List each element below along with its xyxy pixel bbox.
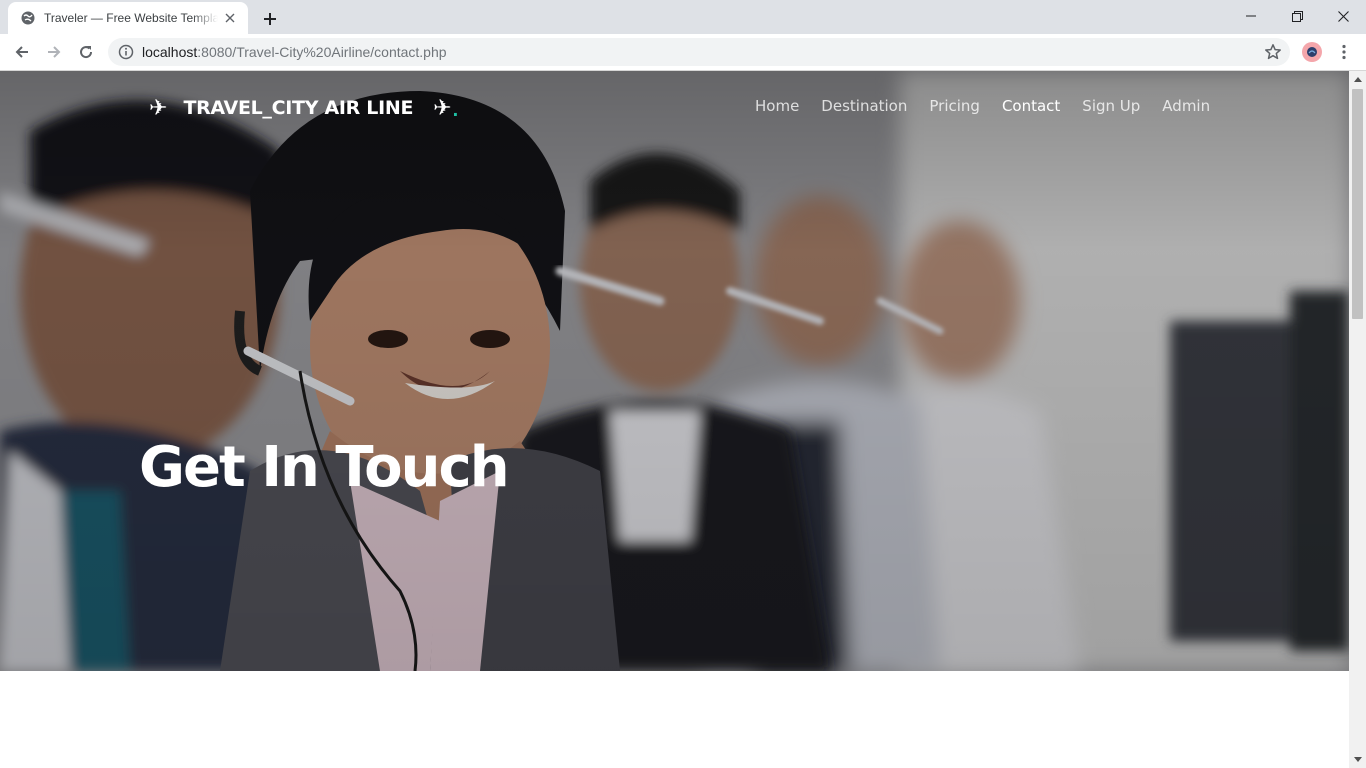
- close-window-button[interactable]: [1320, 0, 1366, 32]
- nav-item-destination[interactable]: Destination: [821, 97, 907, 115]
- reload-icon: [80, 46, 93, 59]
- logo-dot: .: [452, 98, 459, 121]
- hero-overlay: [0, 71, 1349, 671]
- nav-item-admin[interactable]: Admin: [1162, 97, 1210, 115]
- nav-item-sign-up[interactable]: Sign Up: [1082, 97, 1140, 115]
- scrollbar-thumb[interactable]: [1352, 89, 1363, 319]
- browser-titlebar: Traveler — Free Website Template: [0, 0, 1366, 34]
- profile-avatar[interactable]: [1302, 42, 1322, 62]
- hero-section: ✈ TRAVEL_CITY AIR LINE ✈ . Home Destinat…: [0, 71, 1349, 671]
- close-window-icon: [1337, 10, 1349, 22]
- scroll-down-arrow-icon[interactable]: [1349, 751, 1366, 768]
- browser-tab[interactable]: Traveler — Free Website Template: [8, 2, 248, 34]
- reload-button[interactable]: [72, 38, 100, 66]
- url-host: localhost: [142, 44, 198, 60]
- main-menu: Home Destination Pricing Contact Sign Up…: [755, 97, 1232, 115]
- page-viewport: ✈ TRAVEL_CITY AIR LINE ✈ . Home Destinat…: [0, 71, 1349, 768]
- url-path: :8080/Travel-City%20Airline/contact.php: [197, 44, 447, 60]
- nav-item-contact[interactable]: Contact: [1002, 97, 1060, 115]
- avatar-icon: [1307, 47, 1317, 57]
- address-bar[interactable]: localhost:8080/Travel-City%20Airline/con…: [108, 38, 1290, 66]
- nav-item-home[interactable]: Home: [755, 97, 799, 115]
- browser-toolbar: localhost:8080/Travel-City%20Airline/con…: [0, 34, 1366, 71]
- tab-title: Traveler — Free Website Template: [44, 11, 218, 25]
- restore-button[interactable]: [1274, 0, 1320, 32]
- globe-icon: [20, 10, 36, 26]
- scroll-up-arrow-icon[interactable]: [1349, 71, 1366, 88]
- kebab-menu-icon: [1342, 44, 1346, 60]
- minimize-icon: [1246, 15, 1256, 17]
- airplane-icon: ✈: [149, 95, 168, 120]
- arrow-right-icon: [48, 46, 61, 58]
- forward-button[interactable]: [40, 38, 68, 66]
- close-icon[interactable]: [222, 10, 238, 26]
- url-text: localhost:8080/Travel-City%20Airline/con…: [142, 44, 447, 60]
- page-scrollbar[interactable]: [1349, 71, 1366, 768]
- page-title: Get In Touch: [139, 435, 510, 500]
- plus-icon: [264, 13, 276, 25]
- back-button[interactable]: [8, 38, 36, 66]
- minimize-button[interactable]: [1228, 0, 1274, 32]
- nav-item-pricing[interactable]: Pricing: [929, 97, 980, 115]
- bookmark-star-icon[interactable]: [1264, 43, 1282, 61]
- site-navbar: ✈ TRAVEL_CITY AIR LINE ✈ . Home Destinat…: [0, 71, 1349, 145]
- restore-icon: [1291, 10, 1303, 22]
- browser-menu-button[interactable]: [1332, 38, 1356, 66]
- info-icon[interactable]: [118, 44, 134, 60]
- airplane-icon: ✈: [433, 95, 452, 120]
- new-tab-button[interactable]: [256, 5, 284, 33]
- site-logo[interactable]: ✈ TRAVEL_CITY AIR LINE ✈ .: [149, 95, 458, 121]
- logo-text: TRAVEL_CITY AIR LINE: [183, 97, 414, 119]
- arrow-left-icon: [15, 46, 28, 58]
